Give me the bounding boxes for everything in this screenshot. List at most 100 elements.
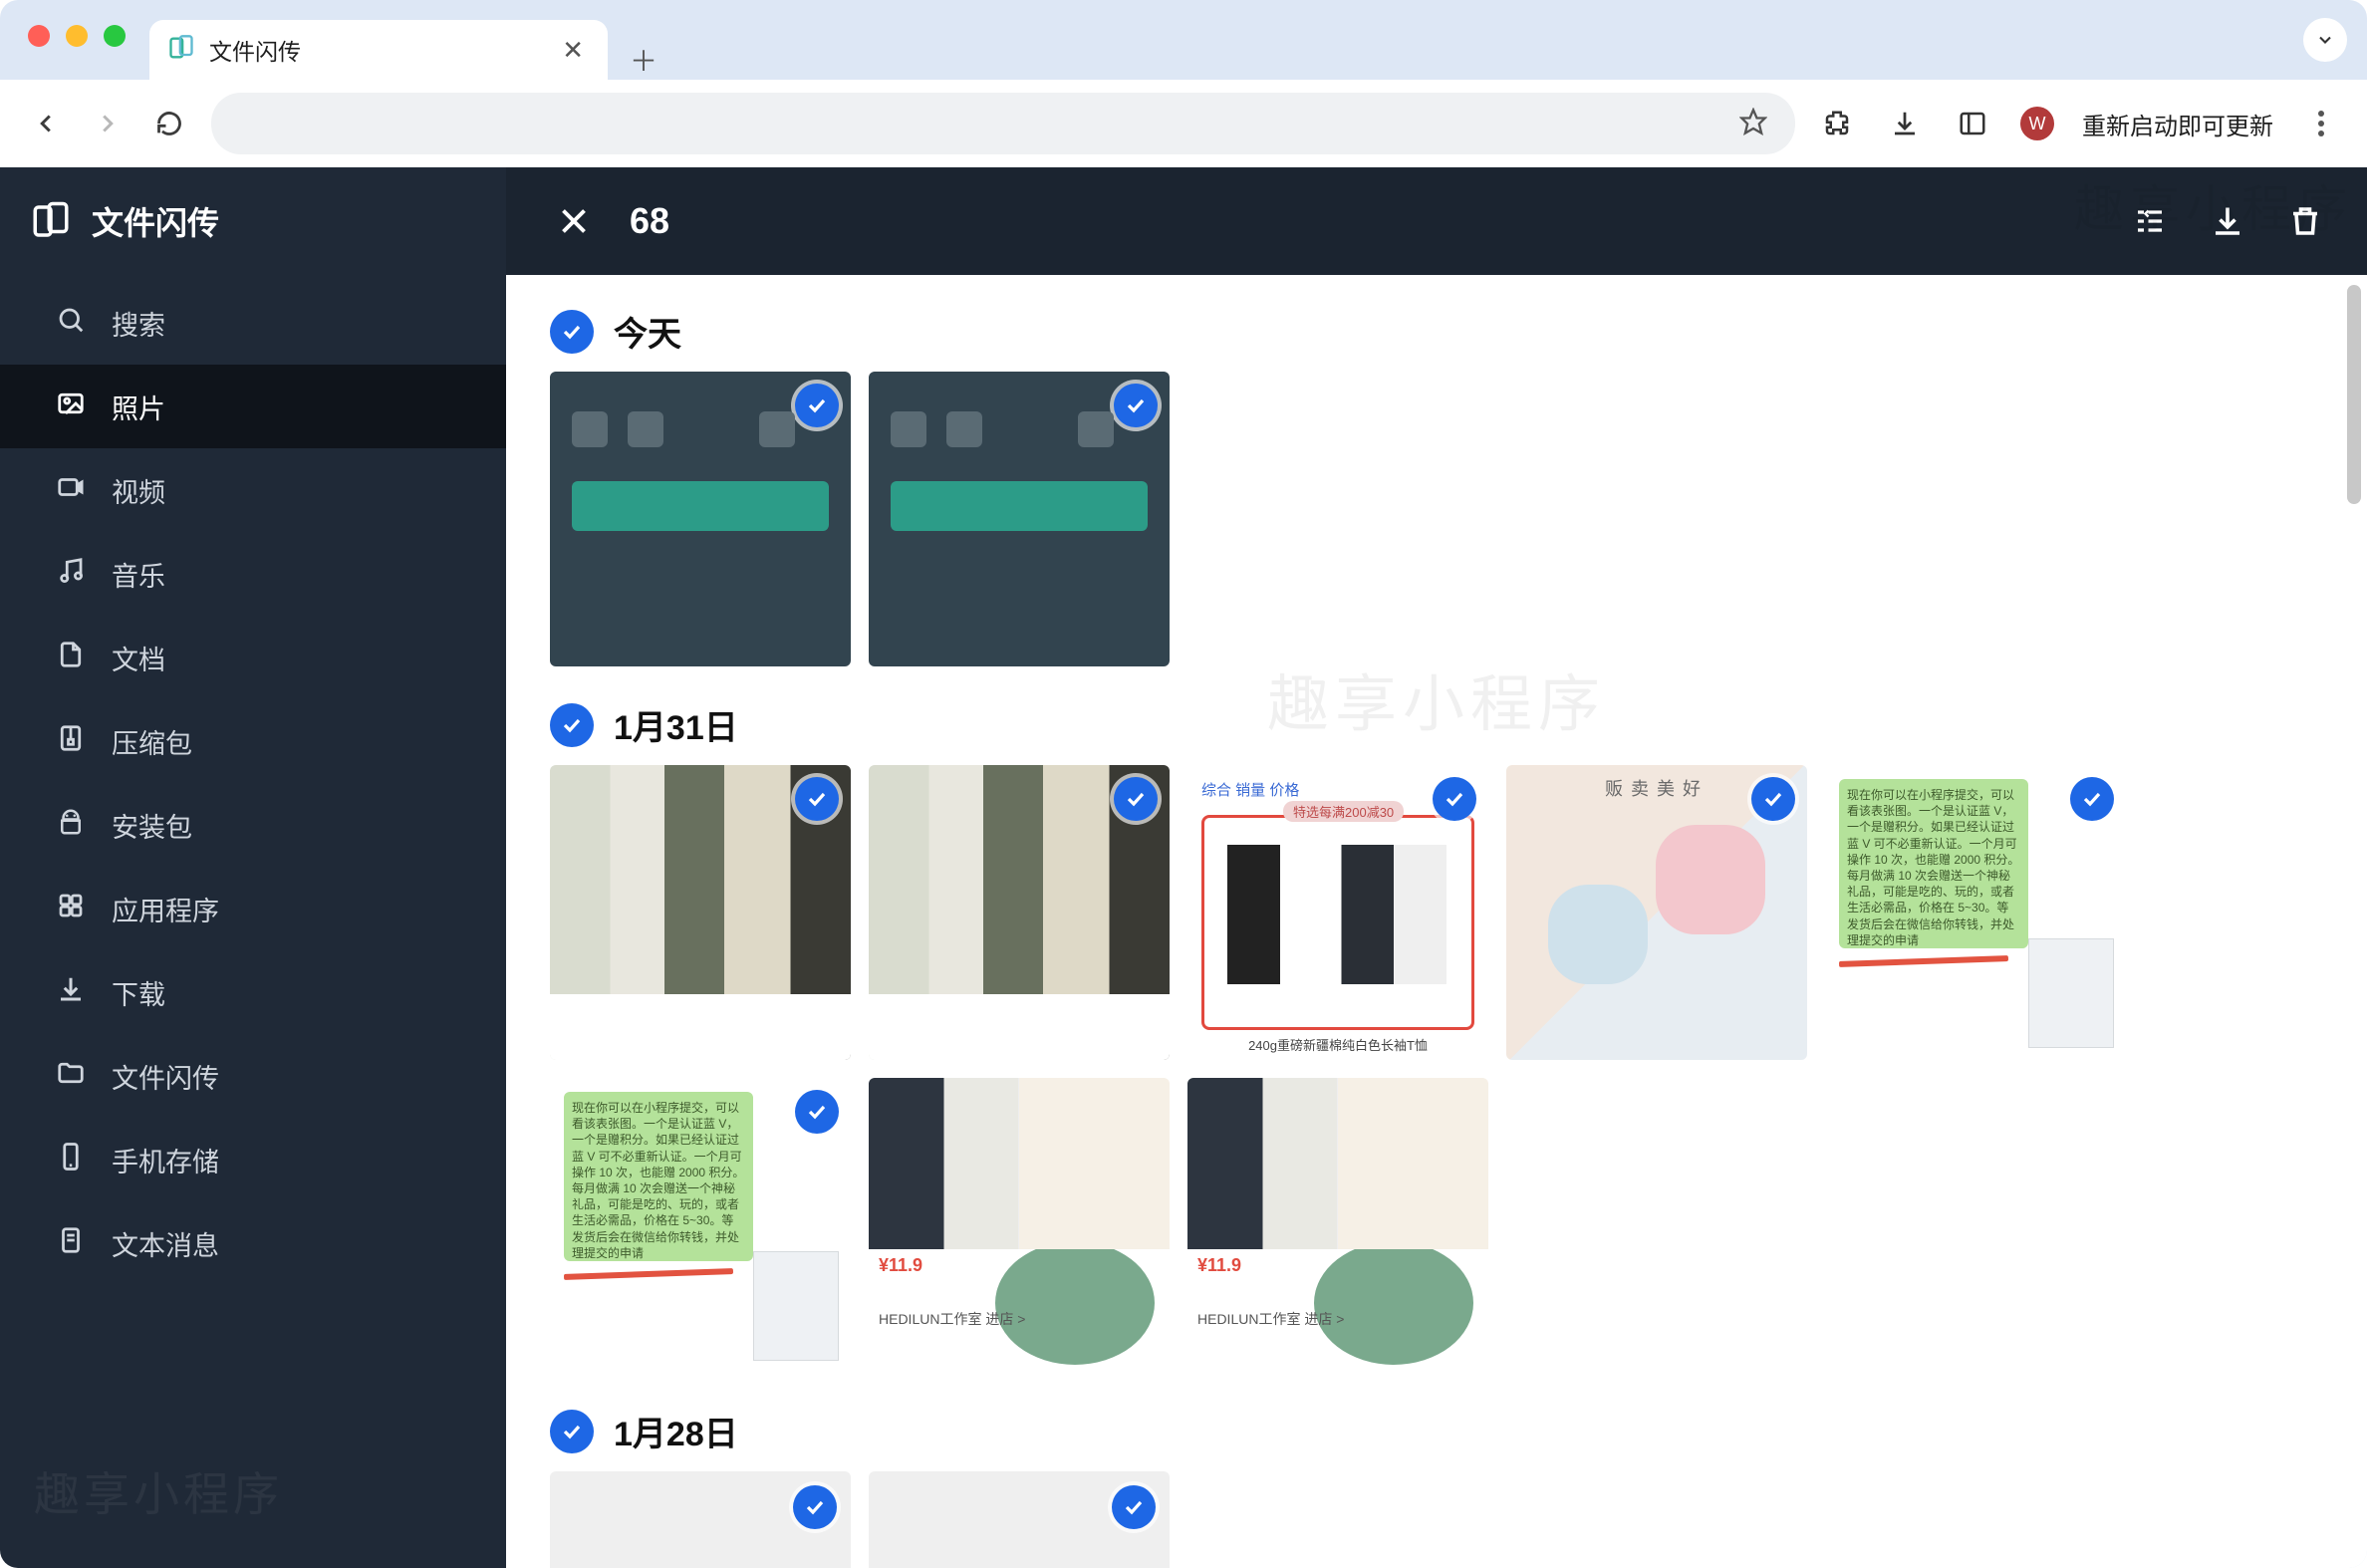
group-header[interactable]: 今天 [550,307,2367,356]
text-icon [56,1225,86,1262]
sidepanel-button[interactable] [1953,104,1992,143]
thumbnail-selected-badge[interactable] [795,384,839,427]
photo-thumbnail[interactable]: 现在你可以在小程序提交，可以看该表张图。一个是认证蓝 V，一个是赠积分。如果已经… [550,1078,851,1373]
address-bar[interactable] [211,93,1795,154]
photos-icon [56,389,86,425]
photo-group: 今天 [550,307,2367,666]
videos-icon [56,472,86,509]
forward-button[interactable] [88,104,128,143]
photo-thumbnail[interactable]: 贩卖美好 [1506,765,1807,1060]
download-selected-button[interactable] [2206,199,2249,243]
thumbnail-grid [550,372,2367,666]
browser-tab[interactable]: 文件闪传 ✕ [149,20,608,80]
downloads-button[interactable] [1885,104,1925,143]
photo-thumbnail[interactable] [869,372,1170,666]
search-icon [56,305,86,342]
photo-group: 1月28日 [550,1407,2367,1568]
photo-thumbnail[interactable]: 新品¥ 29.9起已售 0 [550,765,851,1060]
app-root: 文件闪传 搜索照片视频音乐文档压缩包安装包应用程序下载文件闪传手机存储文本消息 … [0,167,2367,1568]
sidebar-item-label: 下载 [112,973,165,1012]
group-header[interactable]: 1月31日 [550,700,2367,749]
close-window-button[interactable] [28,25,50,47]
thumb-shop: HEDILUN工作室 进店 > [1197,1309,1344,1329]
thumb-stock: 已售 0 [1117,1029,1160,1050]
chrome-menu-button[interactable] [2301,104,2341,143]
extensions-button[interactable] [1817,104,1857,143]
sidebar-item-search[interactable]: 搜索 [0,281,506,365]
thumbnail-selected-badge[interactable] [2070,777,2114,821]
sidebar-item-label: 安装包 [112,806,192,845]
thumbnail-selected-badge[interactable] [1114,384,1158,427]
sidebar-item-docs[interactable]: 文档 [0,616,506,699]
toolbar-right-group: W 重新启动即可更新 [1817,104,2341,143]
sidebar-item-label: 手机存储 [112,1141,219,1179]
group-title: 1月31日 [614,700,738,749]
sidebar-item-label: 照片 [112,388,165,426]
thumb-chat-text: 现在你可以在小程序提交，可以看该表张图。一个是认证蓝 V，一个是赠积分。如果已经… [564,1092,753,1261]
archives-icon [56,723,86,760]
delete-selected-button[interactable] [2283,199,2327,243]
maximize-window-button[interactable] [104,25,126,47]
photo-thumbnail[interactable] [550,1471,851,1568]
photo-thumbnail[interactable]: 新品¥ 29.9起已售 0 [869,765,1170,1060]
thumbnail-selected-badge[interactable] [1114,777,1158,821]
photo-thumbnail[interactable]: 综合 销量 价格特选每满200减30240g重磅新疆棉纯白色长袖T恤 [1187,765,1488,1060]
tabs-dropdown-button[interactable] [2303,18,2347,62]
thumbnail-selected-badge[interactable] [1114,1090,1158,1134]
downloads-icon [56,974,86,1011]
thumb-price: ¥11.9 [1197,1255,1241,1276]
sidebar-item-photos[interactable]: 照片 [0,365,506,448]
photo-thumbnail[interactable]: ¥11.9 HEDILUN工作室 进店 > [1187,1078,1488,1373]
group-title: 今天 [614,307,681,356]
back-button[interactable] [26,104,66,143]
thumbnail-selected-badge[interactable] [795,777,839,821]
thumb-discount: 特选每满200减30 [1283,801,1404,822]
group-title: 1月28日 [614,1407,738,1455]
minimize-window-button[interactable] [66,25,88,47]
annotation-line [1839,955,2008,967]
bookmark-star-icon[interactable] [1739,108,1767,140]
app-brand-title: 文件闪传 [92,198,219,244]
sidebar-item-archives[interactable]: 压缩包 [0,699,506,783]
window-controls [28,25,126,47]
sidebar-item-music[interactable]: 音乐 [0,532,506,616]
sidebar-item-label: 应用程序 [112,890,219,928]
sidebar-item-phone[interactable]: 手机存储 [0,1118,506,1201]
update-restart-button[interactable]: 重新启动即可更新 [2082,107,2273,141]
sidebar-item-apks[interactable]: 安装包 [0,783,506,867]
group-select-checkbox[interactable] [550,310,594,354]
photo-scroll-area[interactable]: 趣享小程序 今天1月31日新品¥ 29.9起已售 0新品¥ 29.9起已售 0综… [506,275,2367,1568]
photo-thumbnail[interactable]: 现在你可以在小程序提交，可以看该表张图。一个是认证蓝 V，一个是赠积分。如果已经… [1825,765,2126,1060]
scrollbar-thumb[interactable] [2347,285,2361,504]
sidebar-item-text[interactable]: 文本消息 [0,1201,506,1285]
sidebar-item-downloads[interactable]: 下载 [0,950,506,1034]
group-select-checkbox[interactable] [550,703,594,747]
new-tab-button[interactable]: ＋ [624,40,663,80]
sidebar-item-label: 文档 [112,639,165,677]
photo-thumbnail[interactable] [550,372,851,666]
group-header[interactable]: 1月28日 [550,1407,2367,1455]
annotation-line [564,1268,733,1280]
selection-count: 68 [630,200,669,242]
thumb-new-label: 新品 [562,998,598,1024]
select-all-button[interactable] [2128,199,2172,243]
content-area: 趣享小程序 68 趣享小程序 今天1月31日新品¥ 29.9起已售 0新品¥ 2… [506,167,2367,1568]
thumb-chat-text: 现在你可以在小程序提交，可以看该表张图。一个是认证蓝 V，一个是赠积分。如果已经… [1839,779,2028,948]
tab-close-button[interactable]: ✕ [562,35,584,66]
thumbnail-selected-badge[interactable] [795,1090,839,1134]
thumbnail-selected-badge[interactable] [793,1485,837,1529]
thumb-product [1314,1241,1473,1365]
photo-thumbnail[interactable] [869,1471,1170,1568]
group-select-checkbox[interactable] [550,1410,594,1453]
photo-thumbnail[interactable]: ¥11.9HEDILUN工作室 进店 > [869,1078,1170,1373]
sidebar-item-flash[interactable]: 文件闪传 [0,1034,506,1118]
profile-avatar[interactable]: W [2020,107,2054,140]
sidebar-item-apps[interactable]: 应用程序 [0,867,506,950]
reload-button[interactable] [149,104,189,143]
thumbnail-selected-badge[interactable] [1112,1485,1156,1529]
thumbnail-selected-badge[interactable] [1433,1090,1476,1134]
sidebar-item-videos[interactable]: 视频 [0,448,506,532]
photo-group: 1月31日新品¥ 29.9起已售 0新品¥ 29.9起已售 0综合 销量 价格特… [550,700,2367,1373]
clear-selection-button[interactable] [552,199,596,243]
thumbnail-selected-badge[interactable] [1433,777,1476,821]
